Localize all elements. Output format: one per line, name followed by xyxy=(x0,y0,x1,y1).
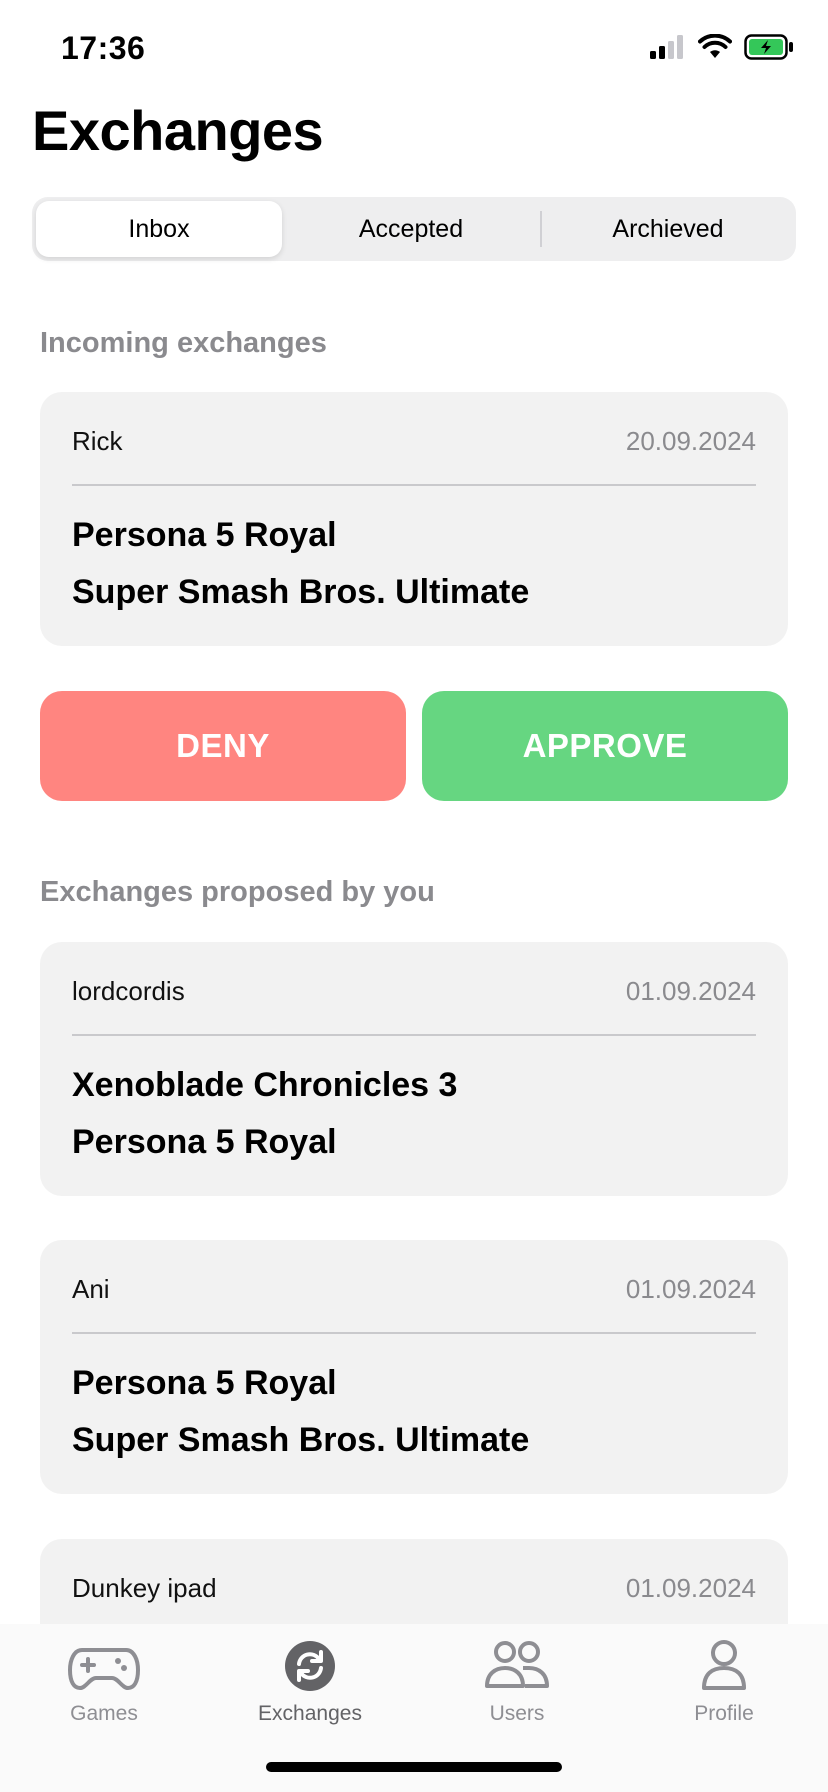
tab-accepted[interactable]: Accepted xyxy=(286,201,536,257)
signal-icon xyxy=(650,35,683,59)
card-user: Rick xyxy=(72,426,123,456)
deny-button[interactable]: DENY xyxy=(40,691,406,801)
section-title-proposed: Exchanges proposed by you xyxy=(40,876,435,908)
tab-label: Profile xyxy=(694,1702,754,1725)
card-user: Dunkey ipad xyxy=(72,1573,217,1603)
exchange-card[interactable]: lordcordis 01.09.2024 Xenoblade Chronicl… xyxy=(40,942,788,1196)
status-icons xyxy=(650,34,794,60)
card-user: lordcordis xyxy=(72,976,185,1006)
person-icon xyxy=(702,1640,746,1690)
tab-profile[interactable]: Profile xyxy=(644,1638,804,1726)
card-game: Persona 5 Royal xyxy=(72,516,337,554)
page-title: Exchanges xyxy=(32,99,324,162)
tab-exchanges[interactable]: Exchanges xyxy=(230,1638,390,1726)
card-date: 01.09.2024 xyxy=(625,976,756,1006)
tab-label: Exchanges xyxy=(258,1702,362,1725)
card-game: Persona 5 Royal xyxy=(72,1364,337,1402)
card-divider xyxy=(72,484,756,486)
wifi-icon xyxy=(698,34,732,58)
card-game: Persona 5 Royal xyxy=(72,1123,337,1161)
exchange-card[interactable]: Ani 01.09.2024 Persona 5 Royal Super Sma… xyxy=(40,1240,788,1494)
card-divider xyxy=(72,1332,756,1334)
tab-label: Games xyxy=(70,1702,138,1725)
battery-icon xyxy=(744,34,793,60)
card-date: 01.09.2024 xyxy=(625,1274,756,1304)
card-game: Super Smash Bros. Ultimate xyxy=(72,573,530,611)
status-time: 17:36 xyxy=(61,30,146,66)
tab-games[interactable]: Games xyxy=(24,1638,184,1726)
approve-button[interactable]: APPROVE xyxy=(422,691,788,801)
card-game: Super Smash Bros. Ultimate xyxy=(72,1421,530,1459)
users-icon xyxy=(485,1641,549,1688)
exchange-icon xyxy=(285,1641,335,1691)
card-divider xyxy=(72,1034,756,1036)
card-date: 20.09.2024 xyxy=(625,426,756,456)
card-user: Ani xyxy=(72,1274,110,1304)
segment-divider xyxy=(540,211,542,247)
card-date: 01.09.2024 xyxy=(625,1573,756,1603)
tab-archieved[interactable]: Archieved xyxy=(544,201,792,257)
gamepad-icon xyxy=(68,1648,140,1690)
status-bar: 17:36 xyxy=(0,0,828,100)
tab-inbox[interactable]: Inbox xyxy=(36,201,282,257)
tab-label: Users xyxy=(489,1702,545,1725)
segmented-control: Inbox Accepted Archieved xyxy=(32,197,796,261)
section-title-incoming: Incoming exchanges xyxy=(40,327,327,359)
home-indicator xyxy=(266,1762,562,1772)
tab-users[interactable]: Users xyxy=(437,1638,597,1726)
card-game: Xenoblade Chronicles 3 xyxy=(72,1066,458,1104)
exchange-card[interactable]: Rick 20.09.2024 Persona 5 Royal Super Sm… xyxy=(40,392,788,646)
